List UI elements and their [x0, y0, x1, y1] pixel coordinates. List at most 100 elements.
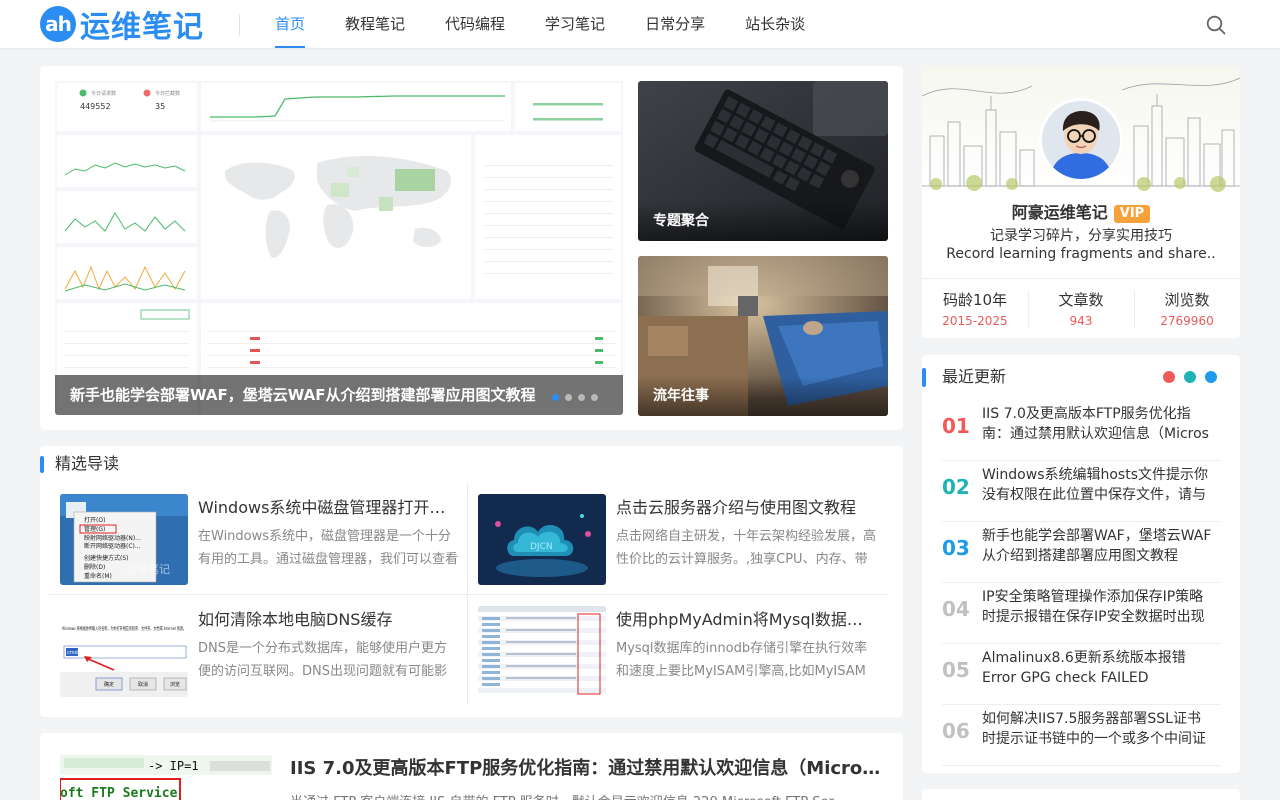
topic-card-caption[interactable]: 专题聚合 [638, 201, 888, 241]
svg-text:取消: 取消 [138, 681, 148, 688]
featured-thumb[interactable]: 打开(O) 管理(G) 映射网络驱动器(N)... 断开网络驱动器(C)... … [60, 494, 188, 585]
featured-thumb[interactable]: Windows 将根据你所输入的名称，为你打开相应的程序、文件夹、文档或 Int… [60, 606, 188, 697]
recent-updates: 最近更新 01 IIS 7.0及更高版本FTP服务优化指南：通过禁用默认欢迎信息（… [922, 355, 1240, 773]
topic-card[interactable]: 专题聚合 [638, 81, 888, 241]
svg-text:oft FTP Service: oft FTP Service [60, 786, 178, 800]
featured-thumb[interactable]: DJCN [478, 494, 606, 585]
recent-item[interactable]: 01 IIS 7.0及更高版本FTP服务优化指南：通过禁用默认欢迎信息（Micro… [942, 400, 1220, 461]
featured-item-title[interactable]: 点击云服务器介绍与使用图文教程 [616, 494, 876, 518]
svg-text:管理(G): 管理(G) [84, 525, 105, 533]
svg-text:DJCN: DJCN [530, 542, 553, 552]
nav-daily[interactable]: 日常分享 [625, 0, 725, 48]
stat-value: 2015-2025 [942, 314, 1008, 328]
stat-coding-age: 码龄10年 2015-2025 [922, 288, 1028, 330]
blocked-value: 35 [155, 102, 165, 111]
stat-value: 2769960 [1160, 314, 1214, 328]
featured-item-desc: Mysql数据库的innodb存储引擎在执行效率和速度上要比MyISAM引擎高,… [616, 641, 868, 679]
memories-card-caption[interactable]: 流年往事 [638, 376, 888, 416]
slider-dot-3[interactable] [578, 394, 585, 401]
article-thumb[interactable]: -> IP=1 oft FTP Service [60, 753, 272, 800]
featured-item-desc: DNS是一个分布式数据库，能够使用户更方便的访问互联网。DNS出现问题就有可能影… [198, 641, 447, 679]
nav-tutorials[interactable]: 教程笔记 [325, 0, 425, 48]
featured-item[interactable]: 打开(O) 管理(G) 映射网络驱动器(N)... 断开网络驱动器(C)... … [49, 483, 467, 595]
avatar[interactable] [1039, 98, 1123, 182]
nav-coding[interactable]: 代码编程 [425, 0, 525, 48]
featured-section: 精选导读 打开(O) 管理(G) 映射网络驱动器(N)... 断开网络驱动器(C… [40, 446, 903, 717]
svg-text:删除(D): 删除(D) [84, 563, 105, 571]
slider-dots [552, 394, 598, 401]
profile-bio: 记录学习碎片，分享实用技巧 Record learning fragments … [922, 227, 1240, 263]
stat-value: 943 [1069, 314, 1093, 328]
vip-badge: VIP [1113, 205, 1151, 223]
featured-item[interactable]: DJCN 点击云服务器介绍与使用图文教程 点击网络自主研发，十年云架构经验发展，… [467, 483, 885, 595]
profile-stats: 码龄10年 2015-2025 文章数 943 浏览数 2769960 [922, 288, 1240, 330]
featured-item[interactable]: 使用phpMyAdmin将Mysql数据… Mysql数据库的innodb存储引… [467, 595, 885, 707]
featured-item-desc: 在Windows系统中，磁盘管理器是一个十分有用的工具。通过磁盘管理器，我们可以… [198, 529, 458, 567]
svg-text:确定: 确定 [104, 681, 114, 688]
svg-text:Windows 将根据你所输入的名称，为你打开相应的程序、文: Windows 将根据你所输入的名称，为你打开相应的程序、文件夹、文档或 Int… [62, 625, 186, 632]
featured-item[interactable]: Windows 将根据你所输入的名称，为你打开相应的程序、文件夹、文档或 Int… [49, 595, 467, 707]
run-dialog-image: Windows 将根据你所输入的名称，为你打开相应的程序、文件夹、文档或 Int… [60, 606, 188, 697]
logo-icon: ah [40, 6, 76, 42]
featured-item-title[interactable]: Windows系统中磁盘管理器打开… [198, 494, 458, 518]
recent-item[interactable]: 04 IP安全策略管理操作添加保存IP策略时提示报错在保存IP安全数据时出现 [942, 583, 1220, 644]
recent-item[interactable]: 06 如何解决IIS7.5服务器部署SSL证书时提示证书链中的一个或多个中间证 [942, 705, 1220, 766]
stat-label: 码龄10年 [942, 291, 1008, 309]
site-header: ah 运维笔记 首页 教程笔记 代码编程 学习笔记 日常分享 站长杂谈 [0, 0, 1280, 48]
featured-thumb[interactable] [478, 606, 606, 697]
site-logo[interactable]: ah 运维笔记 [40, 5, 204, 45]
svg-text:映射网络驱动器(N)...: 映射网络驱动器(N)... [84, 534, 141, 542]
recent-item[interactable]: 02 Windows系统编辑hosts文件提示你没有权限在此位置中保存文件，请与 [942, 461, 1220, 522]
recent-item-title[interactable]: IP安全策略管理操作添加保存IP策略时提示报错在保存IP安全数据时出现 [982, 587, 1214, 627]
article-title[interactable]: IIS 7.0及更高版本FTP服务优化指南：通过禁用默认欢迎信息（Microso… [290, 754, 885, 780]
dashboard-screenshot: 今日请求数 今日拦截数 449552 35 [55, 81, 623, 415]
header-divider [239, 14, 240, 36]
article-card[interactable]: -> IP=1 oft FTP Service IIS 7.0及更高版本FTP服… [40, 733, 903, 800]
profile-bio-cn: 记录学习碎片，分享实用技巧 [990, 228, 1172, 244]
sidebar-next-card [922, 789, 1240, 800]
svg-text:创建快捷方式(S): 创建快捷方式(S) [84, 554, 129, 562]
recent-item-number: 05 [942, 658, 970, 682]
featured-item-title[interactable]: 如何清除本地电脑DNS缓存 [198, 606, 458, 630]
recent-item-number: 06 [942, 719, 970, 743]
recent-item-number: 01 [942, 414, 970, 438]
recent-item[interactable]: 03 新手也能学会部署WAF，堡塔云WAF从介绍到搭建部署应用图文教程 [942, 522, 1220, 583]
featured-item-title[interactable]: 使用phpMyAdmin将Mysql数据… [616, 606, 876, 630]
main-nav: 首页 教程笔记 代码编程 学习笔记 日常分享 站长杂谈 [255, 0, 825, 48]
memories-card[interactable]: 流年往事 [638, 256, 888, 416]
decor-dot-icon [1184, 371, 1196, 383]
slider-dot-1[interactable] [552, 394, 559, 401]
search-icon[interactable] [1206, 15, 1226, 35]
cloud-server-image: DJCN [478, 494, 606, 585]
slider-dot-4[interactable] [591, 394, 598, 401]
recent-item-number: 03 [942, 536, 970, 560]
svg-text:断开网络驱动器(C)...: 断开网络驱动器(C)... [84, 542, 141, 550]
recent-item-title[interactable]: Windows系统编辑hosts文件提示你没有权限在此位置中保存文件，请与 [982, 465, 1214, 505]
stat-label: 文章数 [1058, 291, 1104, 309]
recent-item-title[interactable]: IIS 7.0及更高版本FTP服务优化指南：通过禁用默认欢迎信息（Micros [982, 404, 1214, 444]
recent-item-title[interactable]: 如何解决IIS7.5服务器部署SSL证书时提示证书链中的一个或多个中间证 [982, 709, 1214, 749]
phpmyadmin-image [478, 606, 606, 697]
profile-name-text: 阿豪运维笔记 [1011, 203, 1108, 222]
nav-home[interactable]: 首页 [255, 0, 325, 48]
profile-divider [922, 278, 1240, 279]
nav-webmaster[interactable]: 站长杂谈 [725, 0, 825, 48]
recent-item[interactable]: 05 Almalinux8.6更新系统版本报错Error GPG check FA… [942, 644, 1220, 705]
stat-label: 浏览数 [1164, 291, 1210, 309]
decor-dots [1163, 371, 1217, 383]
recent-item-title[interactable]: Almalinux8.6更新系统版本报错Error GPG check FAIL… [982, 648, 1214, 688]
slider-dot-2[interactable] [565, 394, 572, 401]
hero-slide[interactable]: 今日请求数 今日拦截数 449552 35 新手也能学会部署WAF，堡塔云WAF… [55, 81, 623, 415]
hero-section: 今日请求数 今日拦截数 449552 35 新手也能学会部署WAF，堡塔云WAF… [40, 66, 903, 430]
nav-study-notes[interactable]: 学习笔记 [525, 0, 625, 48]
hero-slide-caption[interactable]: 新手也能学会部署WAF，堡塔云WAF从介绍到搭建部署应用图文教程 [55, 375, 623, 415]
recent-item-number: 04 [942, 597, 970, 621]
avatar-image [1042, 101, 1120, 179]
svg-text:打开(O): 打开(O) [84, 516, 105, 524]
recent-item-title[interactable]: 新手也能学会部署WAF，堡塔云WAF从介绍到搭建部署应用图文教程 [982, 526, 1214, 566]
svg-text:浏览: 浏览 [170, 681, 180, 688]
today-requests-value: 449552 [80, 102, 111, 111]
ftp-console-image: -> IP=1 oft FTP Service [60, 753, 272, 800]
context-menu-image: 打开(O) 管理(G) 映射网络驱动器(N)... 断开网络驱动器(C)... … [60, 494, 188, 585]
svg-text:-> IP=1: -> IP=1 [148, 759, 199, 773]
